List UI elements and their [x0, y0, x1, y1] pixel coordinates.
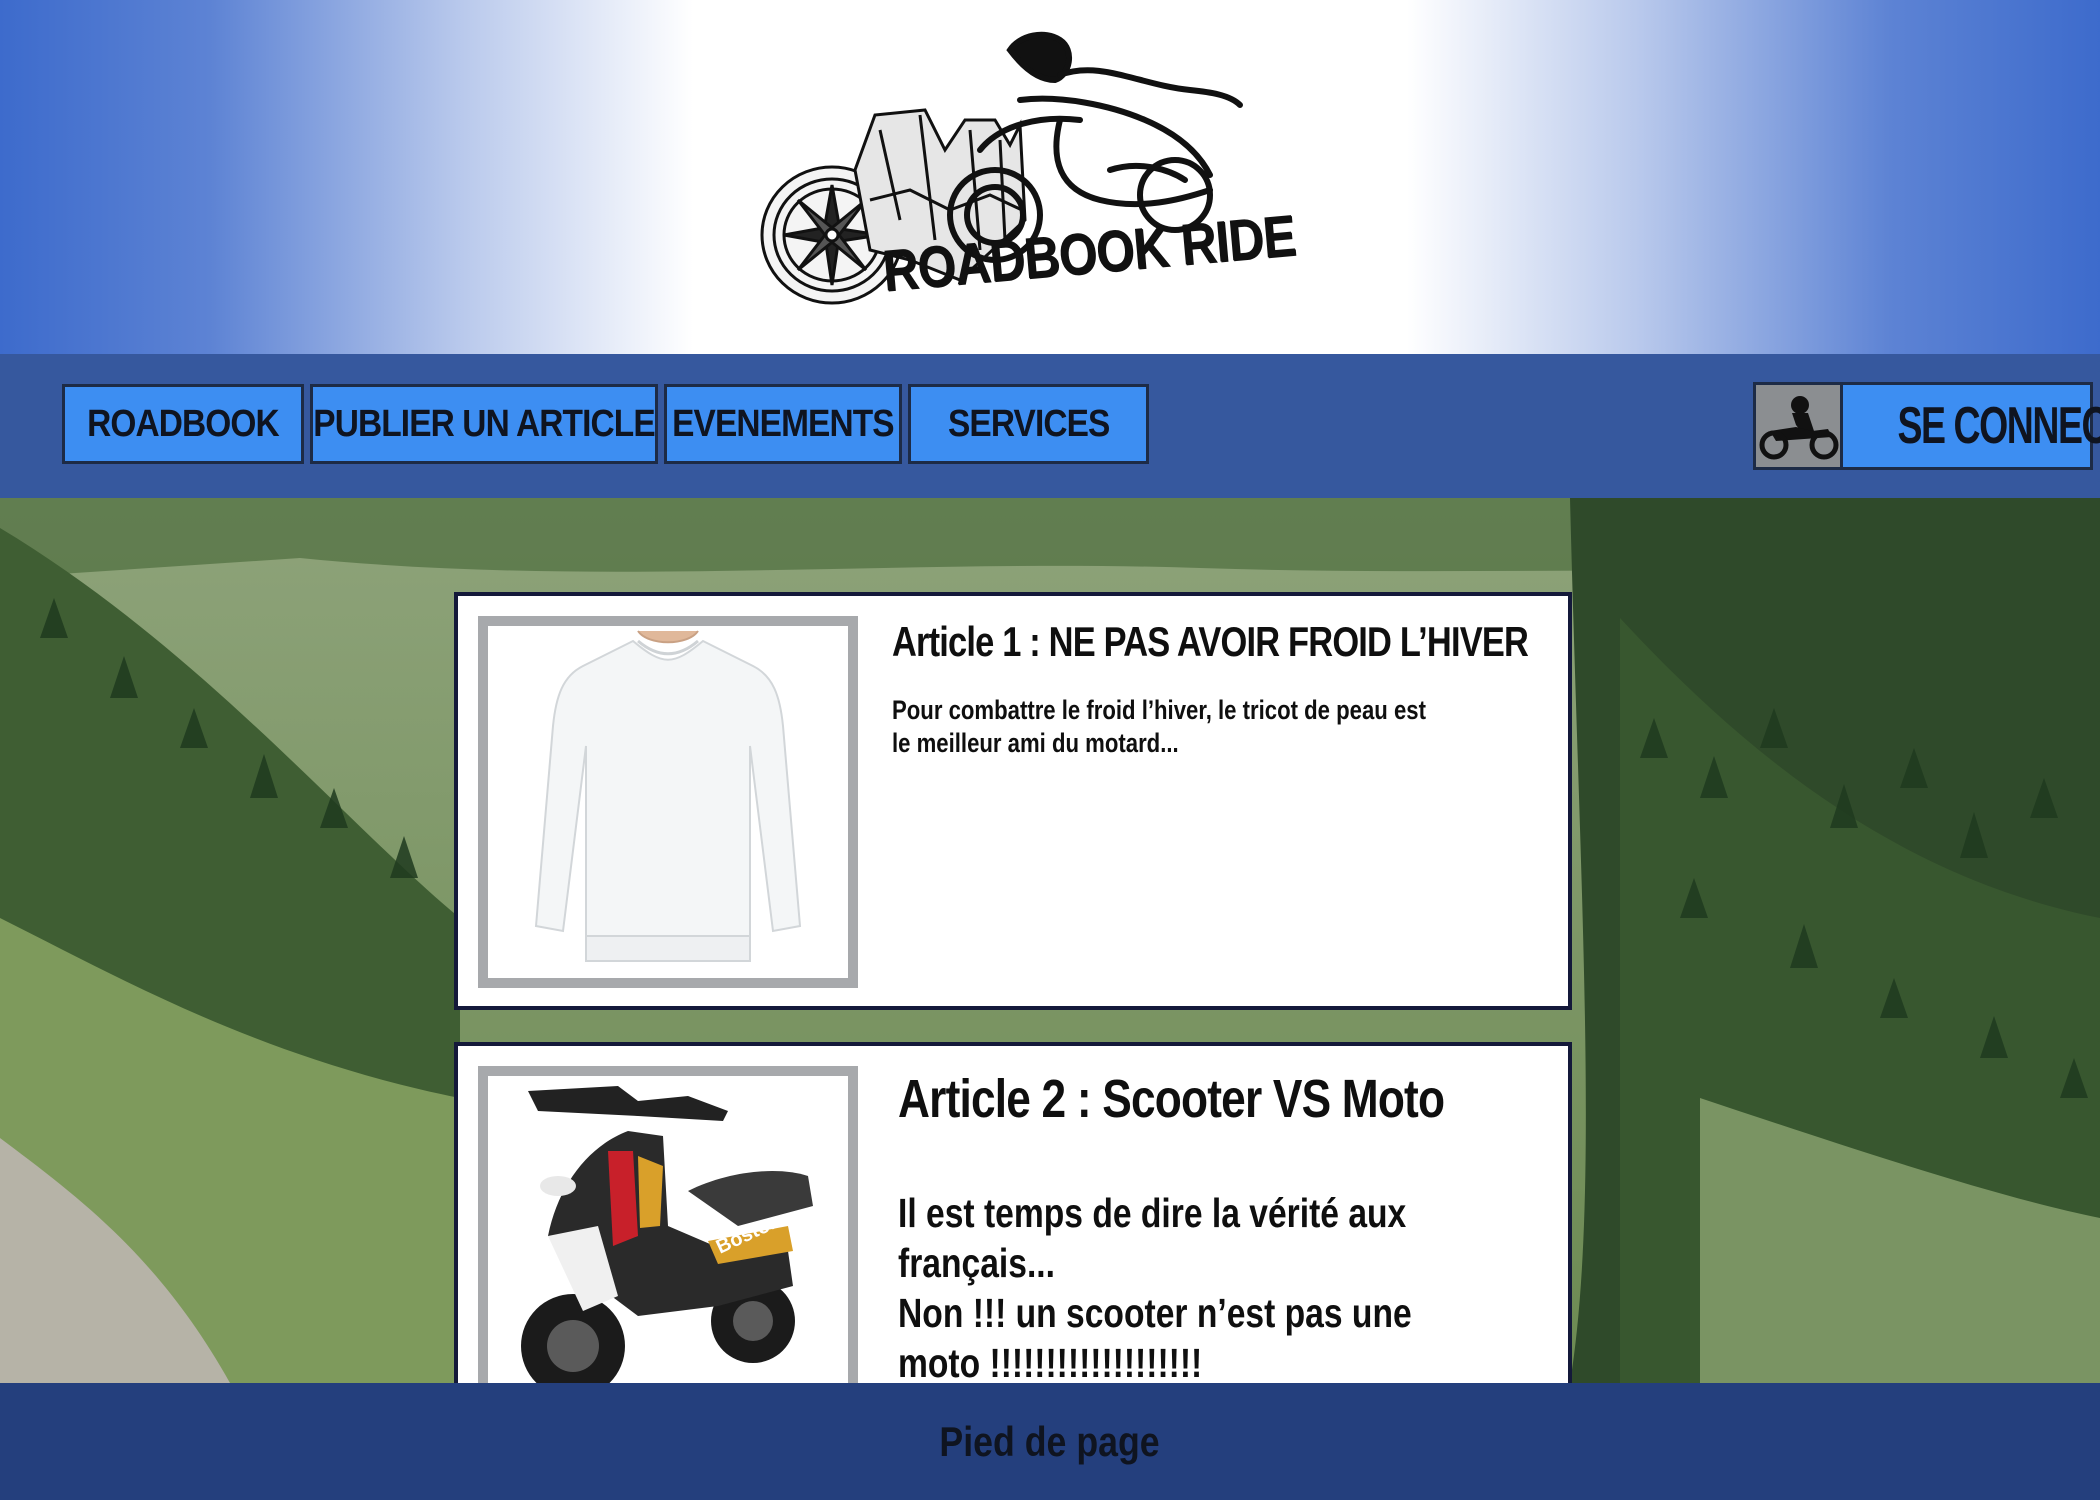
article-image-scooter: Boston	[478, 1066, 858, 1383]
article-title[interactable]: Article 1 : NE PAS AVOIR FROID L’HIVER	[892, 618, 1529, 666]
nav-roadbook-button[interactable]: ROADBOOK	[62, 384, 304, 464]
nav-events-button[interactable]: EVENEMENTS	[664, 384, 902, 464]
article-card[interactable]: Boston Article 2 : Scooter VS Moto Il es…	[454, 1042, 1572, 1383]
login-button[interactable]: SE CONNECTER	[1753, 382, 2100, 470]
nav-services-button[interactable]: SERVICES	[908, 384, 1149, 464]
nav-publish-article-button[interactable]: PUBLIER UN ARTICLE	[310, 384, 658, 464]
site-footer: Pied de page	[0, 1383, 2100, 1500]
footer-label: Pied de page	[939, 1417, 1161, 1465]
article-title[interactable]: Article 2 : Scooter VS Moto	[898, 1068, 1445, 1130]
motorcycle-icon	[1756, 385, 1843, 467]
site-header: ROADBOOK RIDE	[0, 0, 2100, 354]
article-excerpt-line: Il est temps de dire la vérité aux franç…	[898, 1190, 1407, 1286]
login-label: SE CONNECTER	[1897, 397, 2100, 455]
article-card[interactable]: Article 1 : NE PAS AVOIR FROID L’HIVER P…	[454, 592, 1572, 1010]
article-excerpt: Pour combattre le froid l’hiver, le tric…	[892, 695, 1426, 758]
article-excerpt: Il est temps de dire la vérité aux franç…	[898, 1188, 1439, 1383]
main-navigation: ROADBOOK PUBLIER UN ARTICLE EVENEMENTS S…	[0, 354, 2100, 498]
article-image-shirt	[478, 616, 858, 988]
main-content: Article 1 : NE PAS AVOIR FROID L’HIVER P…	[0, 498, 2100, 1383]
article-excerpt-line: Non !!! un scooter n’est pas une moto !!…	[898, 1290, 1412, 1383]
